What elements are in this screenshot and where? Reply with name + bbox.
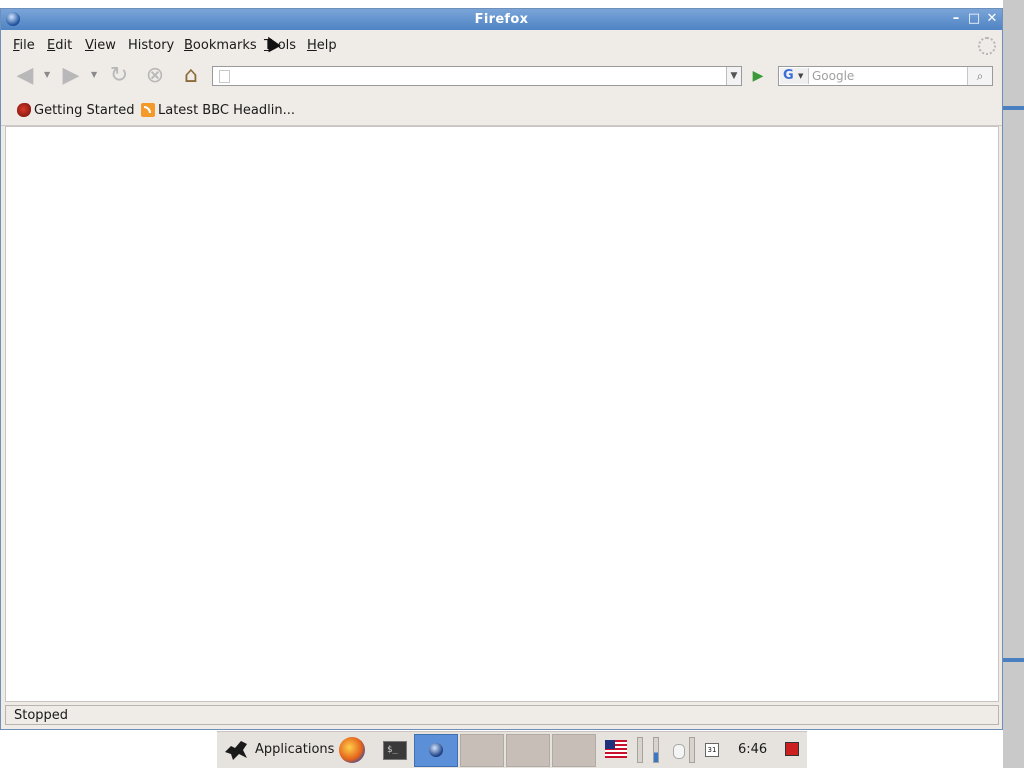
terminal-launcher-icon[interactable]: $_ [383,741,407,760]
applications-menu-icon[interactable] [223,738,249,762]
stop-icon[interactable]: ⊗ [141,64,169,88]
cpu-meter [637,737,643,763]
search-input[interactable]: Google [812,69,854,83]
back-arrow-icon[interactable]: ◀ [11,64,39,88]
menu-view[interactable]: View [85,38,116,53]
us-flag-keyboard-layout-icon[interactable] [605,740,627,758]
menu-bookmarks[interactable]: Bookmarks [184,38,257,53]
menu-edit[interactable]: Edit [47,38,72,53]
close-button[interactable]: ✕ [984,11,1000,27]
search-engine-selector[interactable]: G ▼ [780,68,809,84]
url-input[interactable]: ▼ [212,66,742,86]
page-icon [219,70,230,83]
go-arrow-icon[interactable]: ▶ [749,67,767,85]
home-icon[interactable]: ⌂ [177,64,205,88]
rss-feed-icon [141,103,155,117]
desktop-background [1003,0,1024,768]
workspace-button[interactable] [552,734,596,767]
firefox-window: Firefox – □ ✕ File Edit View History Boo… [0,8,1003,730]
forward-arrow-icon[interactable]: ▶ [57,64,85,88]
back-history-dropdown-icon[interactable]: ▼ [44,70,50,79]
bookmark-getting-started[interactable]: Getting Started [34,103,135,118]
status-bar: Stopped [5,705,999,725]
page-content-area[interactable] [5,126,999,702]
search-bar: G ▼ Google ⌕ [778,66,993,86]
title-bar[interactable]: Firefox – □ ✕ [1,9,1002,30]
taskbar: Applications $_ 31 6:46 [217,731,807,768]
menu-bar: File Edit View History Bookmarks Tools H… [1,35,1002,57]
bookmark-bbc-headlines[interactable]: Latest BBC Headlin... [158,103,295,118]
workspace-button[interactable] [506,734,550,767]
minimize-button[interactable]: – [948,11,964,27]
menu-history[interactable]: History [128,38,174,53]
logout-power-icon[interactable] [785,742,799,756]
desktop-line [1003,106,1024,110]
desktop-line [1003,658,1024,662]
globe-icon [429,743,443,757]
memory-meter [689,737,695,763]
firefox-bookmark-icon [17,103,31,117]
status-text: Stopped [14,708,69,723]
mouse-icon [673,744,685,759]
window-title: Firefox [474,12,529,27]
calendar-icon[interactable]: 31 [705,743,719,757]
forward-history-dropdown-icon[interactable]: ▼ [91,70,97,79]
menu-help[interactable]: Help [307,38,337,53]
url-history-dropdown-icon[interactable]: ▼ [726,67,741,85]
reload-icon[interactable]: ↻ [105,64,133,88]
activity-throbber-icon [978,37,996,55]
maximize-button[interactable]: □ [966,11,982,27]
menu-file[interactable]: File [13,38,35,53]
clock[interactable]: 6:46 [738,742,767,757]
magnifier-search-icon[interactable]: ⌕ [967,67,992,85]
navigation-toolbar: ◀ ▼ ▶ ▼ ↻ ⊗ ⌂ ▼ ▶ G ▼ Google ⌕ [1,59,1002,93]
google-icon: G [783,68,794,83]
bookmarks-toolbar: Getting Started Latest BBC Headlin... [1,95,1002,126]
taskbar-window-firefox[interactable] [414,734,458,767]
applications-menu-label[interactable]: Applications [255,742,334,757]
firefox-launcher-icon[interactable] [339,737,365,763]
workspace-button[interactable] [460,734,504,767]
volume-meter[interactable] [653,737,659,763]
chevron-down-icon: ▼ [798,72,804,80]
